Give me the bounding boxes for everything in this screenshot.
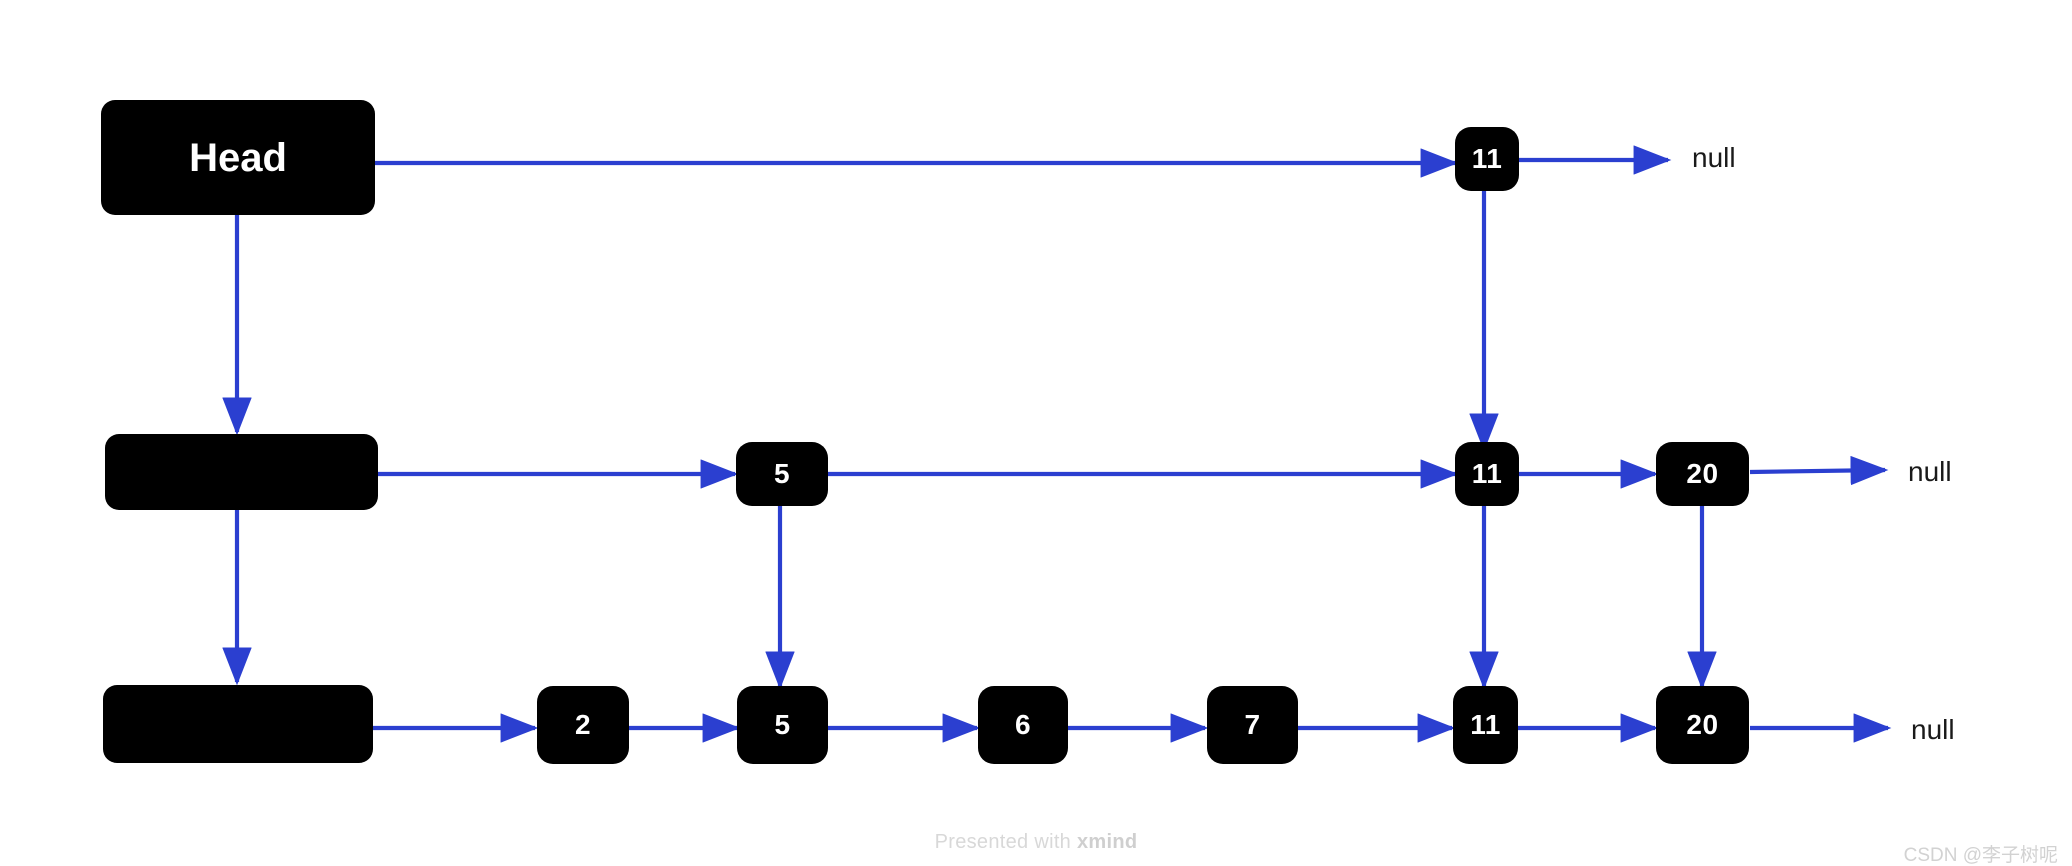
node-value-label: 5	[773, 458, 791, 489]
head-node-level-2[interactable]	[105, 434, 378, 510]
node-value-label: 20	[1686, 709, 1719, 740]
edge-l2-20-to-null	[1749, 455, 1889, 486]
node-value-label: 2	[574, 709, 592, 740]
diagram-canvas: Head 11 null 5 11 20 null 2 5 6 7 11 20 …	[0, 0, 2072, 866]
node-level-1-value-5[interactable]: 5	[737, 686, 828, 764]
head-node-level-1[interactable]	[103, 685, 373, 763]
node-level-2-value-11[interactable]: 11	[1455, 442, 1519, 506]
node-level-1-value-11[interactable]: 11	[1453, 686, 1518, 764]
node-level-1-value-6[interactable]: 6	[978, 686, 1068, 764]
node-value-label: 11	[1470, 709, 1501, 740]
xmind-watermark: Presented with xmind	[0, 831, 2072, 854]
node-level-1-value-7[interactable]: 7	[1207, 686, 1298, 764]
null-terminator-level-3: null	[1692, 142, 1736, 173]
node-value-label: 7	[1244, 709, 1261, 740]
node-value-label: 11	[1471, 458, 1503, 489]
head-node-level-3[interactable]: Head	[101, 100, 375, 215]
head-node-label: Head	[189, 135, 287, 180]
xmind-watermark-prefix: Presented with	[934, 831, 1077, 853]
node-level-2-value-5[interactable]: 5	[736, 442, 828, 506]
node-level-1-value-2[interactable]: 2	[537, 686, 629, 764]
node-value-label: 11	[1471, 143, 1503, 174]
node-value-label: 5	[774, 709, 791, 740]
node-level-1-value-20[interactable]: 20	[1656, 686, 1749, 764]
xmind-watermark-brand: xmind	[1076, 831, 1138, 853]
csdn-watermark: CSDN @李子树呢	[1903, 845, 2058, 866]
node-level-2-value-20[interactable]: 20	[1656, 442, 1749, 506]
null-terminator-level-2: null	[1908, 456, 1952, 487]
null-terminator-level-1: null	[1911, 714, 1955, 745]
node-value-label: 20	[1686, 458, 1719, 489]
node-level-3-value-11[interactable]: 11	[1455, 127, 1519, 191]
node-value-label: 6	[1014, 709, 1032, 740]
